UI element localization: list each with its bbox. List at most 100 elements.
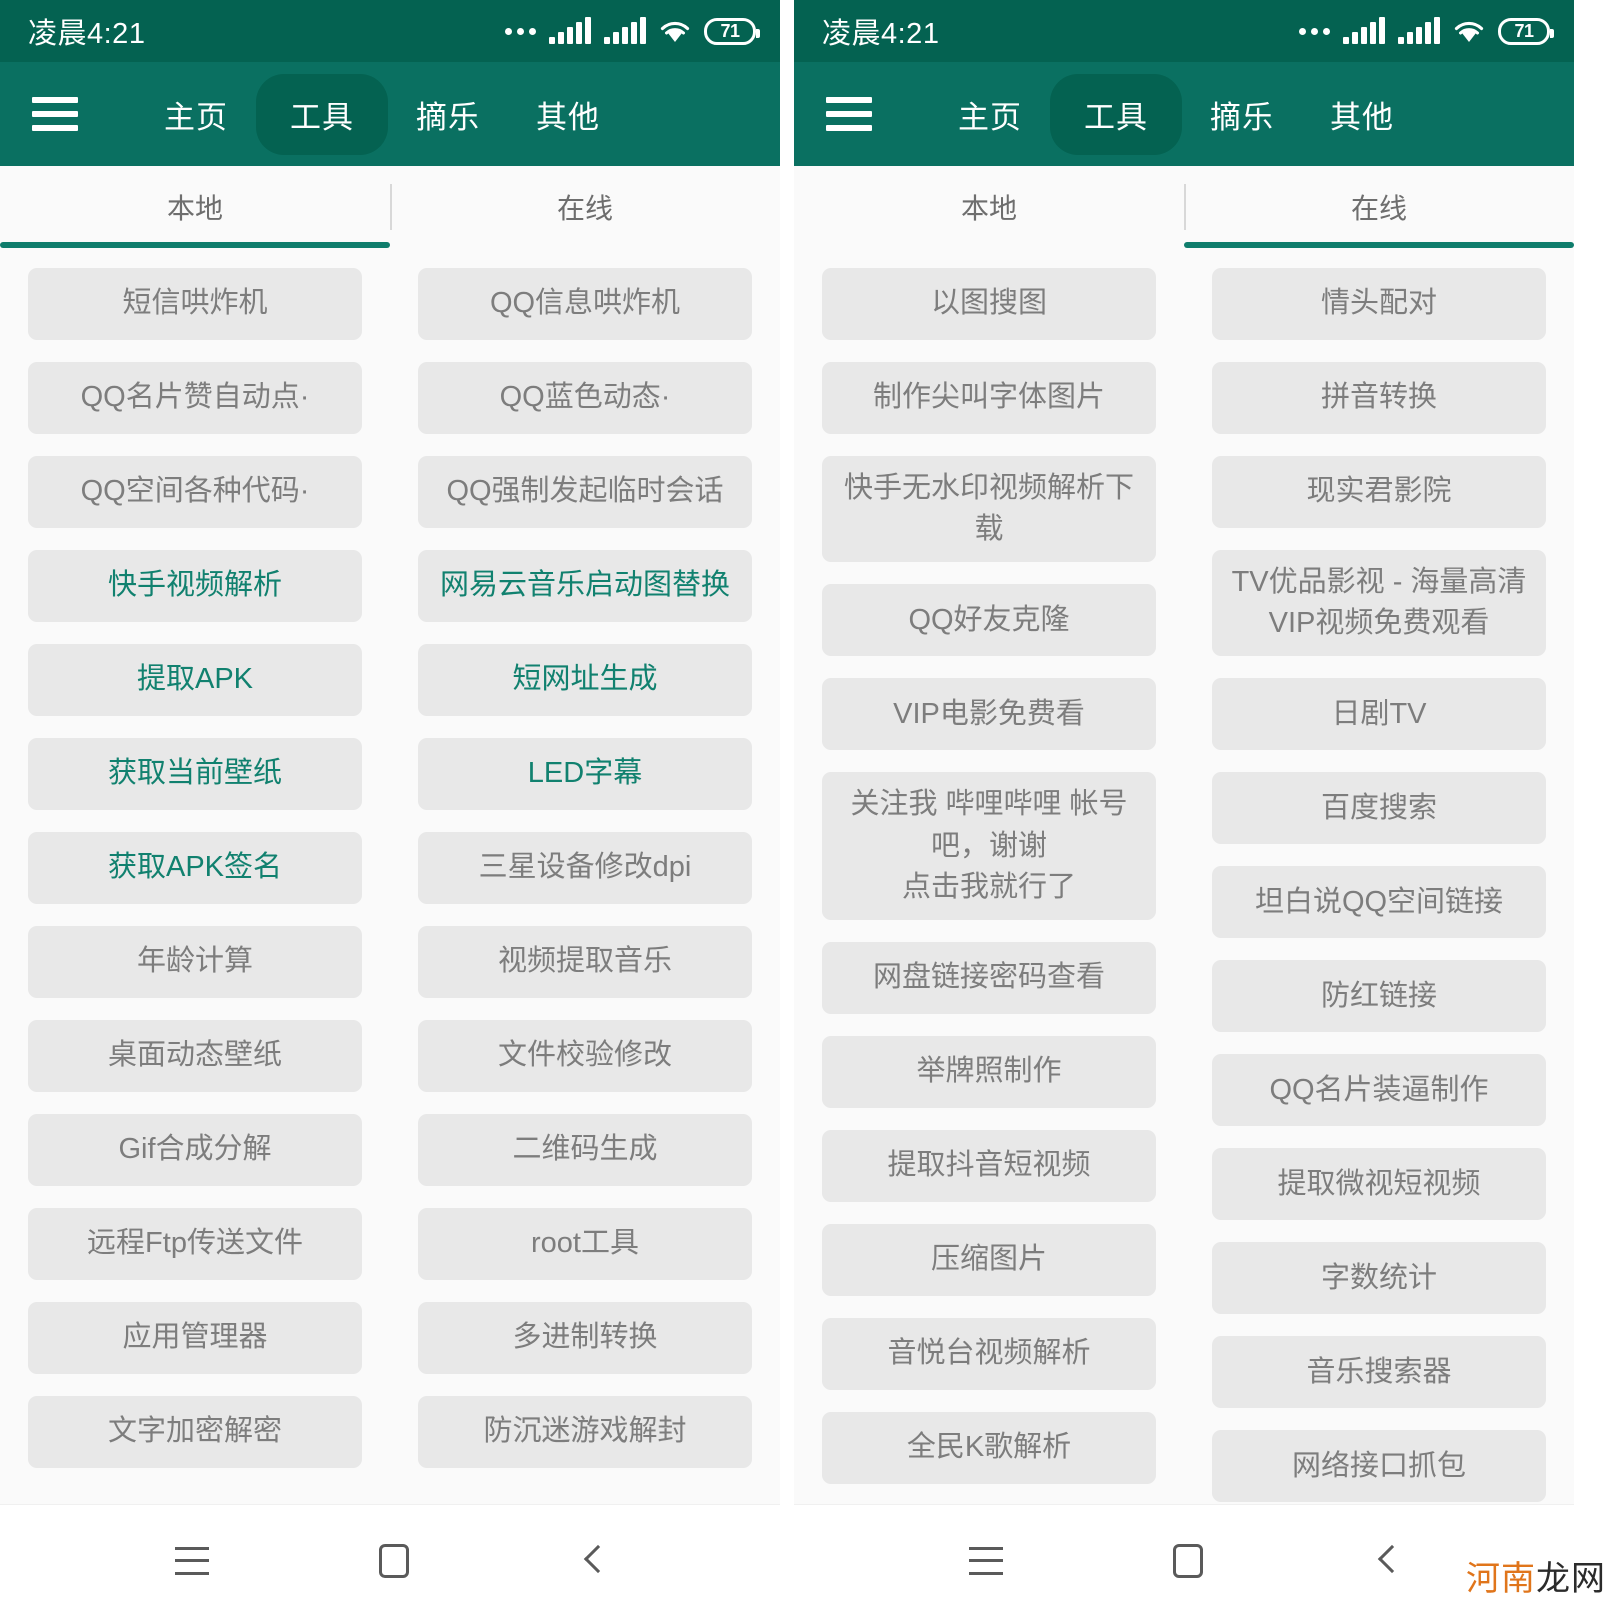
tool-item[interactable]: 年龄计算 — [28, 926, 362, 998]
tool-item[interactable]: QQ蓝色动态· — [418, 362, 752, 434]
tool-item[interactable]: QQ好友克隆 — [822, 584, 1156, 657]
tool-item[interactable]: 二维码生成 — [418, 1114, 752, 1186]
tool-item[interactable]: LED字幕 — [418, 738, 752, 810]
tool-item[interactable]: 快手视频解析 — [28, 550, 362, 622]
hamburger-menu-icon[interactable] — [826, 97, 872, 131]
home-icon[interactable] — [1173, 1543, 1203, 1578]
status-bar: 凌晨4:21 71 — [794, 0, 1574, 62]
back-icon[interactable] — [579, 1546, 605, 1576]
tool-item[interactable]: 桌面动态壁纸 — [28, 1020, 362, 1092]
tool-item[interactable]: QQ强制发起临时会话 — [418, 456, 752, 528]
tool-item[interactable]: 音乐搜索器 — [1212, 1336, 1546, 1409]
signal-bars-icon — [604, 17, 646, 44]
tool-item[interactable]: 网络接口抓包 — [1212, 1430, 1546, 1503]
app-tab-2[interactable]: 摘乐 — [388, 74, 508, 155]
battery-icon: 71 — [704, 17, 760, 45]
tool-item[interactable]: 拼音转换 — [1212, 362, 1546, 434]
tool-item[interactable]: 压缩图片 — [822, 1223, 1156, 1296]
tool-item[interactable]: 防沉迷游戏解封 — [418, 1396, 752, 1468]
segment-tab-1[interactable]: 在线 — [1184, 166, 1574, 248]
app-tab-1[interactable]: 工具 — [256, 73, 388, 155]
tool-item[interactable]: 网盘链接密码查看 — [822, 941, 1156, 1014]
tool-item[interactable]: 音悦台视频解析 — [822, 1317, 1156, 1390]
status-bar: 凌晨4:21 71 — [0, 0, 780, 62]
tool-item[interactable]: TV优品影视 - 海量高清VIP视频免费观看 — [1212, 550, 1546, 657]
signal-bars-icon — [1343, 17, 1385, 44]
tool-item[interactable]: QQ空间各种代码· — [28, 456, 362, 528]
tool-item[interactable]: 以图搜图 — [822, 268, 1156, 340]
right-phone: 凌晨4:21 71 主页 工具 摘乐 其他本地 在线 以图搜图制作尖叫字体图片快手无水印视频解… — [794, 0, 1574, 1616]
more-dots-icon — [505, 27, 536, 35]
tool-item[interactable]: QQ信息哄炸机 — [418, 268, 752, 340]
tool-column-0: 短信哄炸机 QQ名片赞自动点· QQ空间各种代码· 快手视频解析 提取APK 获取当前壁纸… — [0, 268, 390, 1504]
tool-item[interactable]: 三星设备修改dpi — [418, 832, 752, 904]
tool-column-0: 以图搜图制作尖叫字体图片快手无水印视频解析下载 QQ好友克隆 VIP电影免费看关注我… — [794, 268, 1184, 1504]
app-tab-3[interactable]: 其他 — [1302, 74, 1422, 155]
tool-item[interactable]: VIP电影免费看 — [822, 678, 1156, 751]
tool-item[interactable]: 多进制转换 — [418, 1302, 752, 1374]
watermark-part-1: 河南 — [1466, 1560, 1536, 1598]
tool-item[interactable]: 网易云音乐启动图替换 — [418, 550, 752, 622]
status-bar-time: 凌晨4:21 — [28, 18, 146, 50]
tool-item[interactable]: 现实君影院 — [1212, 456, 1546, 528]
tool-item[interactable]: QQ名片装逼制作 — [1212, 1054, 1546, 1127]
tool-item[interactable]: 短信哄炸机 — [28, 268, 362, 340]
hamburger-menu-icon[interactable] — [32, 97, 78, 131]
tool-item[interactable]: 提取APK — [28, 644, 362, 716]
tool-item[interactable]: 应用管理器 — [28, 1302, 362, 1374]
app-tab-0[interactable]: 主页 — [930, 74, 1050, 155]
tool-lists: 以图搜图制作尖叫字体图片快手无水印视频解析下载 QQ好友克隆 VIP电影免费看关注我… — [794, 248, 1574, 1504]
tool-item[interactable]: 短网址生成 — [418, 644, 752, 716]
tool-item[interactable]: 提取抖音短视频 — [822, 1129, 1156, 1202]
tool-item[interactable]: 情头配对 — [1212, 268, 1546, 340]
app-tab-1[interactable]: 工具 — [1050, 73, 1182, 155]
tool-item[interactable]: 全民K歌解析 — [822, 1411, 1156, 1484]
home-icon[interactable] — [379, 1543, 409, 1578]
tool-item[interactable]: 获取当前壁纸 — [28, 738, 362, 810]
tool-item[interactable]: Gif合成分解 — [28, 1114, 362, 1186]
tool-item[interactable]: 制作尖叫字体图片 — [822, 362, 1156, 434]
tool-column-1: 情头配对拼音转换现实君影院 TV优品影视 - 海量高清VIP视频免费观看日剧TV 百… — [1184, 268, 1574, 1504]
tool-item[interactable]: 文件校验修改 — [418, 1020, 752, 1092]
tool-item[interactable]: 快手无水印视频解析下载 — [822, 456, 1156, 563]
left-phone: 凌晨4:21 71 主页 工具 摘乐 其他本地 在线 短信哄炸机 QQ名片赞自动点· QQ空间各种… — [0, 0, 780, 1616]
recent-apps-icon[interactable] — [175, 1546, 209, 1575]
battery-icon: 71 — [1498, 17, 1554, 45]
tool-item[interactable]: 百度搜索 — [1212, 772, 1546, 845]
app-bar-tabs: 主页 工具 摘乐 其他 — [136, 73, 628, 155]
tool-item[interactable]: 日剧TV — [1212, 678, 1546, 751]
tool-item[interactable]: 文字加密解密 — [28, 1396, 362, 1468]
app-bar-tabs: 主页 工具 摘乐 其他 — [930, 73, 1422, 155]
system-nav-bar — [794, 1504, 1574, 1616]
tool-item[interactable]: 关注我 哔哩哔哩 帐号吧，谢谢 点击我就行了 — [822, 772, 1156, 920]
battery-level: 71 — [720, 21, 740, 41]
dual-screenshot-stage: 凌晨4:21 71 主页 工具 摘乐 其他 本地 在线 短信哄炸机 QQ名片赞自动点· QQ空间各种… — [0, 0, 1624, 1616]
back-icon[interactable] — [1373, 1546, 1399, 1576]
tool-item[interactable]: root工具 — [418, 1208, 752, 1280]
segment-divider — [390, 184, 392, 230]
segment-tab-0[interactable]: 本地 — [794, 166, 1184, 248]
tool-item[interactable]: 字数统计 — [1212, 1242, 1546, 1315]
status-bar-icons: 71 — [1299, 17, 1554, 45]
tool-item[interactable]: 视频提取音乐 — [418, 926, 752, 998]
recent-apps-icon[interactable] — [969, 1546, 1003, 1575]
tool-item[interactable]: 防红链接 — [1212, 960, 1546, 1033]
battery-level: 71 — [1514, 21, 1534, 41]
status-bar-icons: 71 — [505, 17, 760, 45]
tool-item[interactable]: 远程Ftp传送文件 — [28, 1208, 362, 1280]
tool-item[interactable]: 举牌照制作 — [822, 1035, 1156, 1108]
tool-item[interactable]: 坦白说QQ空间链接 — [1212, 866, 1546, 939]
segment-tab-0[interactable]: 本地 — [0, 166, 390, 248]
tool-item[interactable]: 获取APK签名 — [28, 832, 362, 904]
tool-item[interactable]: QQ名片赞自动点· — [28, 362, 362, 434]
watermark-part-2: 龙网 — [1536, 1560, 1606, 1598]
wifi-icon — [1453, 18, 1485, 44]
tool-item[interactable]: 提取微视短视频 — [1212, 1148, 1546, 1221]
app-bar: 主页 工具 摘乐 其他 — [0, 62, 780, 166]
wifi-icon — [659, 18, 691, 44]
segment-active-indicator — [1184, 242, 1574, 248]
app-tab-0[interactable]: 主页 — [136, 74, 256, 155]
app-tab-2[interactable]: 摘乐 — [1182, 74, 1302, 155]
app-tab-3[interactable]: 其他 — [508, 74, 628, 155]
segment-tab-1[interactable]: 在线 — [390, 166, 780, 248]
